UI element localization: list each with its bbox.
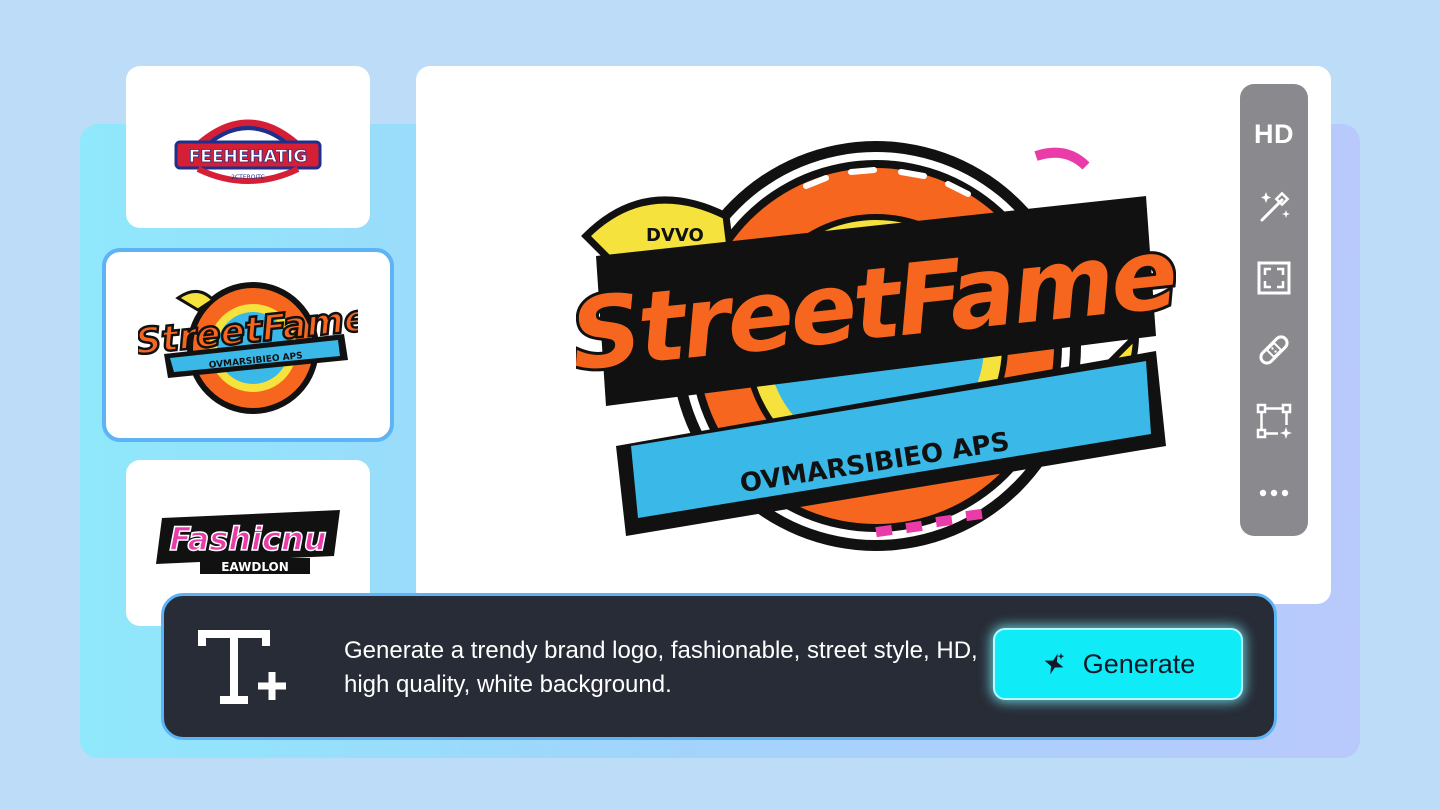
expand-icon [1257,261,1291,295]
prompt-bar: Generate a trendy brand logo, fashionabl… [161,593,1277,740]
thumbnail-3-text: Fashicnu [169,520,326,558]
thumbnail-1-text: FEEHEHATIG [189,147,308,167]
expand-button[interactable] [1248,249,1300,306]
main-logo-small-text: DVVO [646,225,704,246]
thumbnail-2-logo: StreetFame OVMARSIBIEO APS [138,282,358,414]
magic-edit-button[interactable] [1248,178,1300,235]
image-toolbar: HD [1240,84,1308,536]
hd-upscale-button[interactable]: HD [1248,106,1300,163]
more-icon [1259,489,1289,497]
transform-icon [1256,404,1292,440]
generate-button[interactable]: Generate [993,628,1243,700]
thumbnail-1[interactable]: FEEHEHATIG 2CTEROITC [126,66,370,228]
thumbnail-3-subtext: EAWDLON [221,560,289,574]
repair-button[interactable] [1248,321,1300,378]
more-button[interactable] [1248,464,1300,521]
thumbnail-3-logo: Fashicnu EAWDLON [156,510,340,574]
add-text-icon[interactable] [198,630,288,706]
preview-canvas: DVVO StreetFame OVMARSIBIEO APS [416,66,1331,604]
sparkle-icon [1044,653,1065,675]
thumbnail-2-selected[interactable]: StreetFame OVMARSIBIEO APS [102,248,394,442]
magic-wand-icon [1260,191,1290,222]
bandage-icon [1259,335,1289,365]
thumbnail-1-subtext: 2CTEROITC [231,174,265,181]
main-logo-image: DVVO StreetFame OVMARSIBIEO APS [576,141,1176,551]
thumbnail-1-logo: FEEHEHATIG 2CTEROITC [174,119,322,184]
transform-button[interactable] [1248,393,1300,450]
hd-label: HD [1254,119,1294,150]
generate-button-label: Generate [1082,648,1196,679]
prompt-input[interactable]: Generate a trendy brand logo, fashionabl… [344,634,984,702]
